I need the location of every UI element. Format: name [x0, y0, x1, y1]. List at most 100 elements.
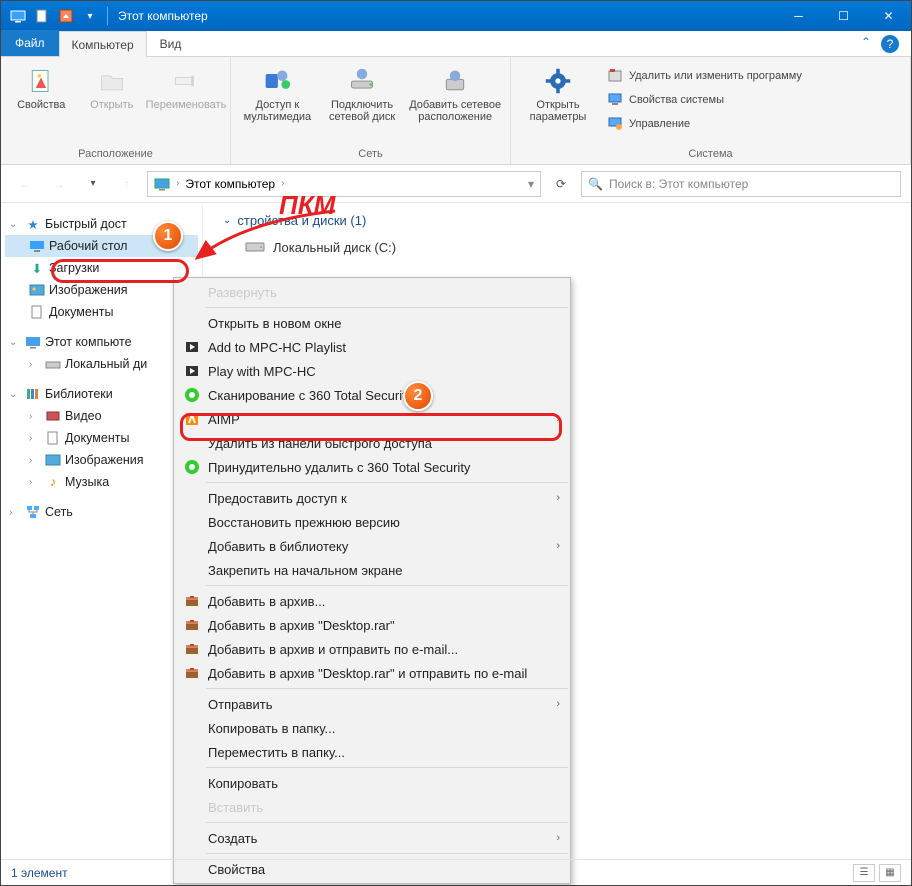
help-icon[interactable]: ? — [881, 35, 899, 53]
drive-label: Локальный диск (C:) — [273, 240, 396, 255]
ribbon-properties[interactable]: Свойства — [9, 61, 74, 146]
ribbon-tabs: Файл Компьютер Вид ⌃ ? — [1, 31, 911, 57]
ctx-send-to[interactable]: Отправить› — [174, 692, 570, 716]
chevron-right-icon: › — [281, 178, 284, 189]
ctx-share[interactable]: Предоставить доступ к› — [174, 486, 570, 510]
ctx-new[interactable]: Создать› — [174, 826, 570, 850]
music-icon: ♪ — [45, 474, 61, 490]
media-icon — [261, 65, 293, 97]
label: Свойства — [17, 99, 65, 111]
ctx-add-archive[interactable]: Добавить в архив... — [174, 589, 570, 613]
refresh-button[interactable]: ⟳ — [547, 170, 575, 198]
system-icon — [7, 5, 29, 27]
tab-computer[interactable]: Компьютер — [59, 31, 147, 57]
tree-pictures[interactable]: Изображения — [5, 279, 198, 301]
pc-icon — [154, 176, 170, 192]
label: Подключить сетевой диск — [329, 99, 395, 123]
libraries-icon — [25, 386, 41, 402]
ctx-mpc-play[interactable]: Play with MPC-HC — [174, 359, 570, 383]
ribbon-media[interactable]: Доступ к мультимедиа — [239, 61, 316, 146]
ctx-move-to-folder[interactable]: Переместить в папку... — [174, 740, 570, 764]
breadcrumb-item[interactable]: Этот компьютер — [185, 177, 275, 191]
maximize-button[interactable]: ☐ — [821, 1, 866, 31]
netdrive-icon — [346, 65, 378, 97]
video-icon — [45, 408, 61, 424]
tree-network[interactable]: ›Сеть — [5, 501, 198, 523]
tree-libdocuments[interactable]: ›Документы — [5, 427, 198, 449]
ctx-scan-360[interactable]: Сканирование с 360 Total Security — [174, 383, 570, 407]
ctx-open-new-window[interactable]: Открыть в новом окне — [174, 311, 570, 335]
tree-downloads[interactable]: ⬇Загрузки — [5, 257, 198, 279]
ctx-archive-email[interactable]: Добавить в архив и отправить по e-mail..… — [174, 637, 570, 661]
divider — [206, 688, 568, 689]
label: Быстрый дост — [45, 217, 127, 231]
qat-dropdown-icon[interactable]: ▾ — [79, 5, 101, 27]
divider — [206, 307, 568, 308]
label: Открыть параметры — [530, 99, 587, 123]
view-icons-button[interactable]: ▦ — [879, 864, 901, 882]
ctx-add-archive-named[interactable]: Добавить в архив "Desktop.rar" — [174, 613, 570, 637]
rename-icon — [170, 65, 202, 97]
ribbon-manage[interactable]: Управление — [603, 113, 806, 135]
mpc-icon — [180, 363, 204, 379]
minimize-button[interactable]: ─ — [776, 1, 821, 31]
ctx-mpc-add[interactable]: Add to MPC-HC Playlist — [174, 335, 570, 359]
qat-doc-icon[interactable] — [31, 5, 53, 27]
view-details-button[interactable]: ☰ — [853, 864, 875, 882]
tree-documents[interactable]: Документы — [5, 301, 198, 323]
label: Музыка — [65, 475, 109, 489]
window-title: Этот компьютер — [118, 9, 208, 23]
ctx-aimp[interactable]: AIMP› — [174, 407, 570, 431]
ctx-force-delete-360[interactable]: Принудительно удалить с 360 Total Securi… — [174, 455, 570, 479]
divider — [206, 767, 568, 768]
ribbon-netdrive[interactable]: Подключить сетевой диск — [322, 61, 403, 146]
ribbon-uninstall[interactable]: Удалить или изменить программу — [603, 65, 806, 87]
ribbon-netlocation[interactable]: Добавить сетевое расположение — [408, 61, 502, 146]
qat-props-icon[interactable] — [55, 5, 77, 27]
close-button[interactable]: ✕ — [866, 1, 911, 31]
annotation-pkm: ПКМ — [279, 190, 335, 221]
drive-icon — [45, 356, 61, 372]
tab-view[interactable]: Вид — [147, 30, 195, 56]
chevron-right-icon: › — [556, 698, 560, 710]
label: Видео — [65, 409, 102, 423]
documents-icon — [29, 304, 45, 320]
ctx-paste: Вставить — [174, 795, 570, 819]
ctx-unpin-quick-access[interactable]: Удалить из панели быстрого доступа — [174, 431, 570, 455]
ribbon-settings[interactable]: Открыть параметры — [519, 61, 597, 146]
tree-localdisk[interactable]: ›Локальный ди — [5, 353, 198, 375]
breadcrumb[interactable]: › Этот компьютер › ▾ — [147, 171, 541, 197]
label: Управление — [629, 118, 690, 130]
label: Этот компьюте — [45, 335, 132, 349]
gear-icon — [542, 65, 574, 97]
ctx-add-to-library[interactable]: Добавить в библиотеку› — [174, 534, 570, 558]
ribbon-sysprops[interactable]: Свойства системы — [603, 89, 806, 111]
tab-file[interactable]: Файл — [1, 30, 59, 56]
ribbon-collapse-icon[interactable]: ⌃ — [861, 35, 871, 49]
search-input[interactable]: 🔍 Поиск в: Этот компьютер — [581, 171, 901, 197]
tree-music[interactable]: ›♪Музыка — [5, 471, 198, 493]
chevron-right-icon: › — [176, 178, 179, 189]
tree-libraries[interactable]: ⌄Библиотеки — [5, 383, 198, 405]
ctx-copy-to-folder[interactable]: Копировать в папку... — [174, 716, 570, 740]
chevron-right-icon: › — [556, 413, 560, 425]
network-icon — [25, 504, 41, 520]
tree-video[interactable]: ›Видео — [5, 405, 198, 427]
ctx-restore-previous[interactable]: Восстановить прежнюю версию — [174, 510, 570, 534]
dropdown-icon[interactable]: ▾ — [528, 177, 534, 191]
label: Добавить сетевое расположение — [409, 99, 501, 123]
ctx-copy[interactable]: Копировать — [174, 771, 570, 795]
address-row: ← → ▾ ↑ › Этот компьютер › ▾ ⟳ 🔍 Поиск в… — [1, 165, 911, 203]
recent-dropdown[interactable]: ▾ — [79, 170, 107, 198]
tree-this-pc[interactable]: ⌄Этот компьюте — [5, 331, 198, 353]
ribbon-open: Открыть — [80, 61, 145, 146]
ctx-expand: Развернуть — [174, 280, 570, 304]
360-icon — [180, 459, 204, 475]
up-button[interactable]: ↑ — [113, 170, 141, 198]
tree-libpictures[interactable]: ›Изображения — [5, 449, 198, 471]
ctx-pin-start[interactable]: Закрепить на начальном экране — [174, 558, 570, 582]
group-label: Сеть — [239, 146, 502, 164]
winrar-icon — [180, 593, 204, 609]
drive-item[interactable]: Локальный диск (C:) — [245, 236, 891, 259]
ctx-archive-named-email[interactable]: Добавить в архив "Desktop.rar" и отправи… — [174, 661, 570, 685]
